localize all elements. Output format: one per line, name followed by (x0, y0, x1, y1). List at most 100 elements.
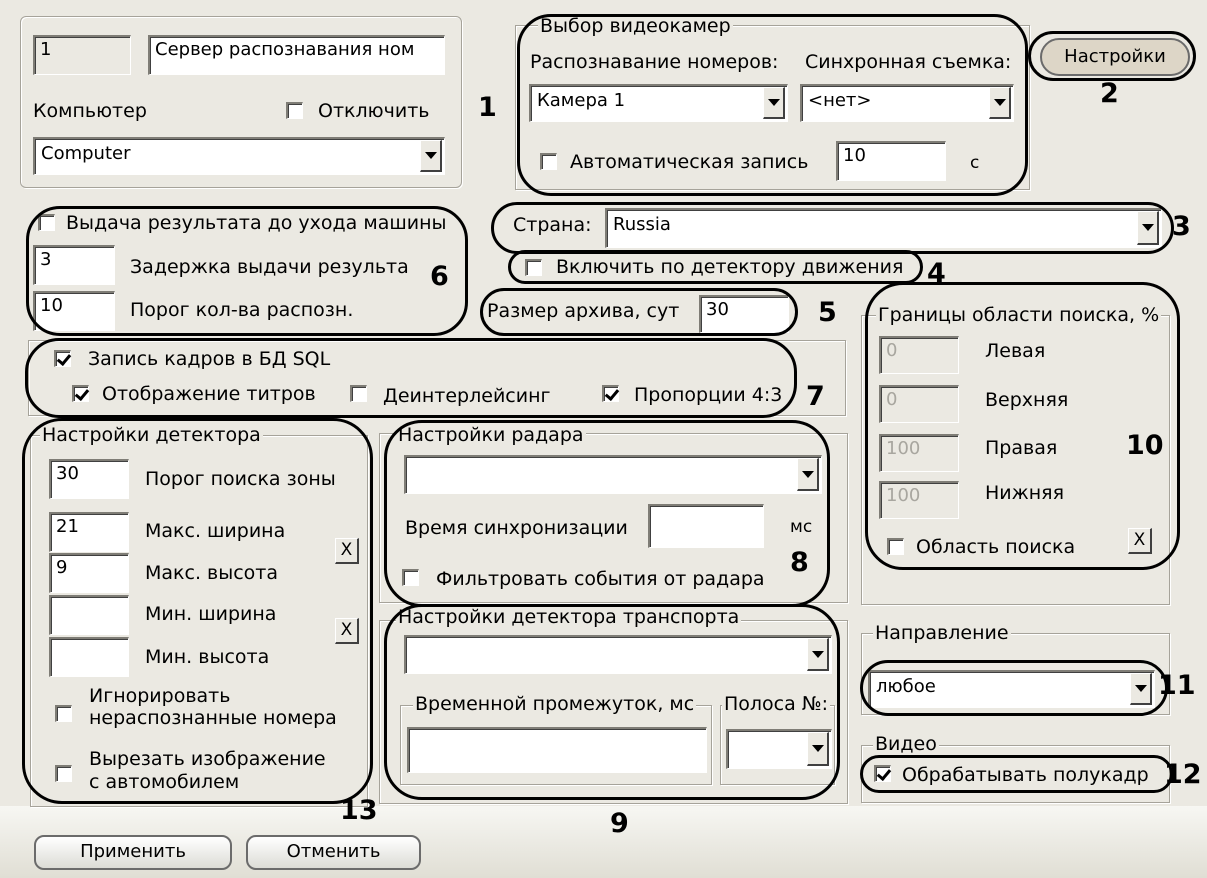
cut-line1: Вырезать изображение (89, 748, 326, 770)
direction-select[interactable]: любое (868, 670, 1155, 708)
autorecord-checkbox[interactable] (540, 153, 557, 170)
radar-select[interactable] (404, 455, 822, 494)
interval-field[interactable] (407, 727, 707, 773)
cancel-button[interactable]: Отменить (246, 835, 421, 870)
threshold-field[interactable]: 10 (33, 291, 115, 331)
disable-label: Отключить (318, 100, 430, 122)
interval-title: Временной промежуток, мс (413, 693, 697, 715)
sync-label: Синхронная съемка: (805, 51, 1012, 73)
computer-value: Computer (33, 137, 445, 175)
radar-filter-checkbox[interactable] (402, 569, 419, 586)
aspect-checkbox[interactable] (602, 385, 619, 402)
lane-title: Полоса №: (722, 693, 830, 715)
min-width-field[interactable] (49, 595, 129, 635)
max-width-label: Макс. ширина (145, 520, 286, 542)
archive-label: Размер архива, сут (487, 300, 680, 322)
zone-threshold-field[interactable]: 30 (49, 459, 129, 499)
bound-left-field[interactable]: 0 (879, 336, 959, 374)
radar-filter-label: Фильтровать события от радара (436, 568, 765, 590)
clear-min-button[interactable]: X (335, 618, 359, 644)
transport-select[interactable] (404, 635, 832, 674)
radar-value (404, 455, 822, 494)
chevron-down-icon[interactable] (807, 638, 829, 671)
sync-camera-value: <нет> (800, 84, 1014, 122)
max-height-field[interactable]: 9 (49, 553, 129, 593)
callout-5: 5 (818, 297, 837, 328)
apply-button[interactable]: Применить (34, 835, 232, 870)
bound-bottom-field[interactable]: 100 (879, 481, 959, 519)
delay-label: Задержка выдачи результа (130, 256, 409, 278)
motion-label: Включить по детектору движения (556, 256, 904, 278)
id-field[interactable]: 1 (33, 35, 131, 75)
cameras-title: Выбор видеокамер (538, 15, 733, 37)
callout-4: 4 (927, 258, 946, 289)
callout-12: 12 (1164, 759, 1202, 790)
bound-right-label: Правая (985, 437, 1058, 459)
before-leave-checkbox[interactable] (38, 214, 55, 231)
callout-13: 13 (340, 795, 378, 826)
chevron-down-icon[interactable] (1130, 673, 1152, 705)
bound-top-field[interactable]: 0 (879, 385, 959, 423)
zone-threshold-label: Порог поиска зоны (145, 468, 336, 490)
sync-camera-select[interactable]: <нет> (800, 84, 1014, 122)
bound-left-label: Левая (985, 340, 1046, 362)
search-area-checkbox[interactable] (887, 538, 904, 555)
lane-select[interactable] (726, 729, 832, 769)
deinterlace-checkbox[interactable] (350, 385, 367, 402)
min-height-field[interactable] (49, 637, 129, 677)
radar-sync-field[interactable] (648, 504, 764, 548)
cut-image-checkbox[interactable] (55, 765, 72, 782)
min-height-label: Мин. высота (145, 646, 270, 668)
disable-checkbox[interactable] (286, 102, 303, 119)
chevron-down-icon[interactable] (763, 87, 785, 119)
callout-8: 8 (790, 547, 809, 578)
transport-value (404, 635, 832, 674)
radar-title: Настройки радара (396, 424, 586, 446)
titles-checkbox[interactable] (72, 385, 89, 402)
threshold-label: Порог кол-ва распозн. (130, 299, 354, 321)
delay-field[interactable]: 3 (33, 245, 115, 285)
cut-line2: с автомобилем (89, 771, 240, 793)
recognition-label: Распознавание номеров: (530, 51, 779, 73)
callout-10: 10 (1126, 430, 1164, 461)
archive-field[interactable]: 30 (699, 295, 789, 333)
settings-button[interactable]: Настройки (1040, 38, 1190, 76)
clear-max-button[interactable]: X (335, 538, 359, 564)
transport-title: Настройки детектора транспорта (396, 606, 742, 628)
half-frame-checkbox[interactable] (874, 765, 891, 782)
clear-area-button[interactable]: X (1128, 528, 1152, 554)
chevron-down-icon[interactable] (807, 732, 829, 766)
computer-select[interactable]: Computer (33, 137, 445, 175)
chevron-down-icon[interactable] (1137, 211, 1159, 245)
chevron-down-icon[interactable] (797, 458, 819, 491)
bounds-title: Границы области поиска, % (876, 304, 1162, 326)
callout-7: 7 (806, 381, 825, 412)
min-width-label: Мин. ширина (145, 603, 277, 625)
country-value: Russia (605, 208, 1162, 248)
radar-sync-unit: мс (790, 517, 813, 537)
max-width-field[interactable]: 21 (49, 512, 129, 552)
video-title: Видео (873, 733, 939, 755)
ignore-line2: нераспознанные номера (89, 707, 337, 729)
max-height-label: Макс. высота (145, 562, 279, 584)
bound-right-field[interactable]: 100 (879, 434, 959, 472)
direction-title: Направление (873, 622, 1011, 644)
motion-checkbox[interactable] (525, 259, 542, 276)
aspect-label: Пропорции 4:3 (634, 384, 783, 406)
chevron-down-icon[interactable] (989, 87, 1011, 119)
chevron-down-icon[interactable] (420, 140, 442, 172)
recognition-camera-select[interactable]: Камера 1 (529, 84, 788, 122)
bound-top-label: Верхняя (985, 389, 1069, 411)
autorecord-field[interactable]: 10 (836, 141, 946, 181)
callout-11: 11 (1158, 670, 1196, 701)
callout-6: 6 (430, 261, 449, 292)
country-select[interactable]: Russia (605, 208, 1162, 248)
bound-bottom-label: Нижняя (985, 482, 1065, 504)
country-label: Страна: (513, 214, 592, 236)
callout-2: 2 (1100, 78, 1119, 109)
detector-title: Настройки детектора (40, 424, 263, 446)
name-field[interactable]: Сервер распознавания ном (148, 35, 445, 75)
sql-record-checkbox[interactable] (54, 350, 71, 367)
ignore-unrecognized-checkbox[interactable] (55, 705, 72, 722)
recognition-camera-value: Камера 1 (529, 84, 788, 122)
